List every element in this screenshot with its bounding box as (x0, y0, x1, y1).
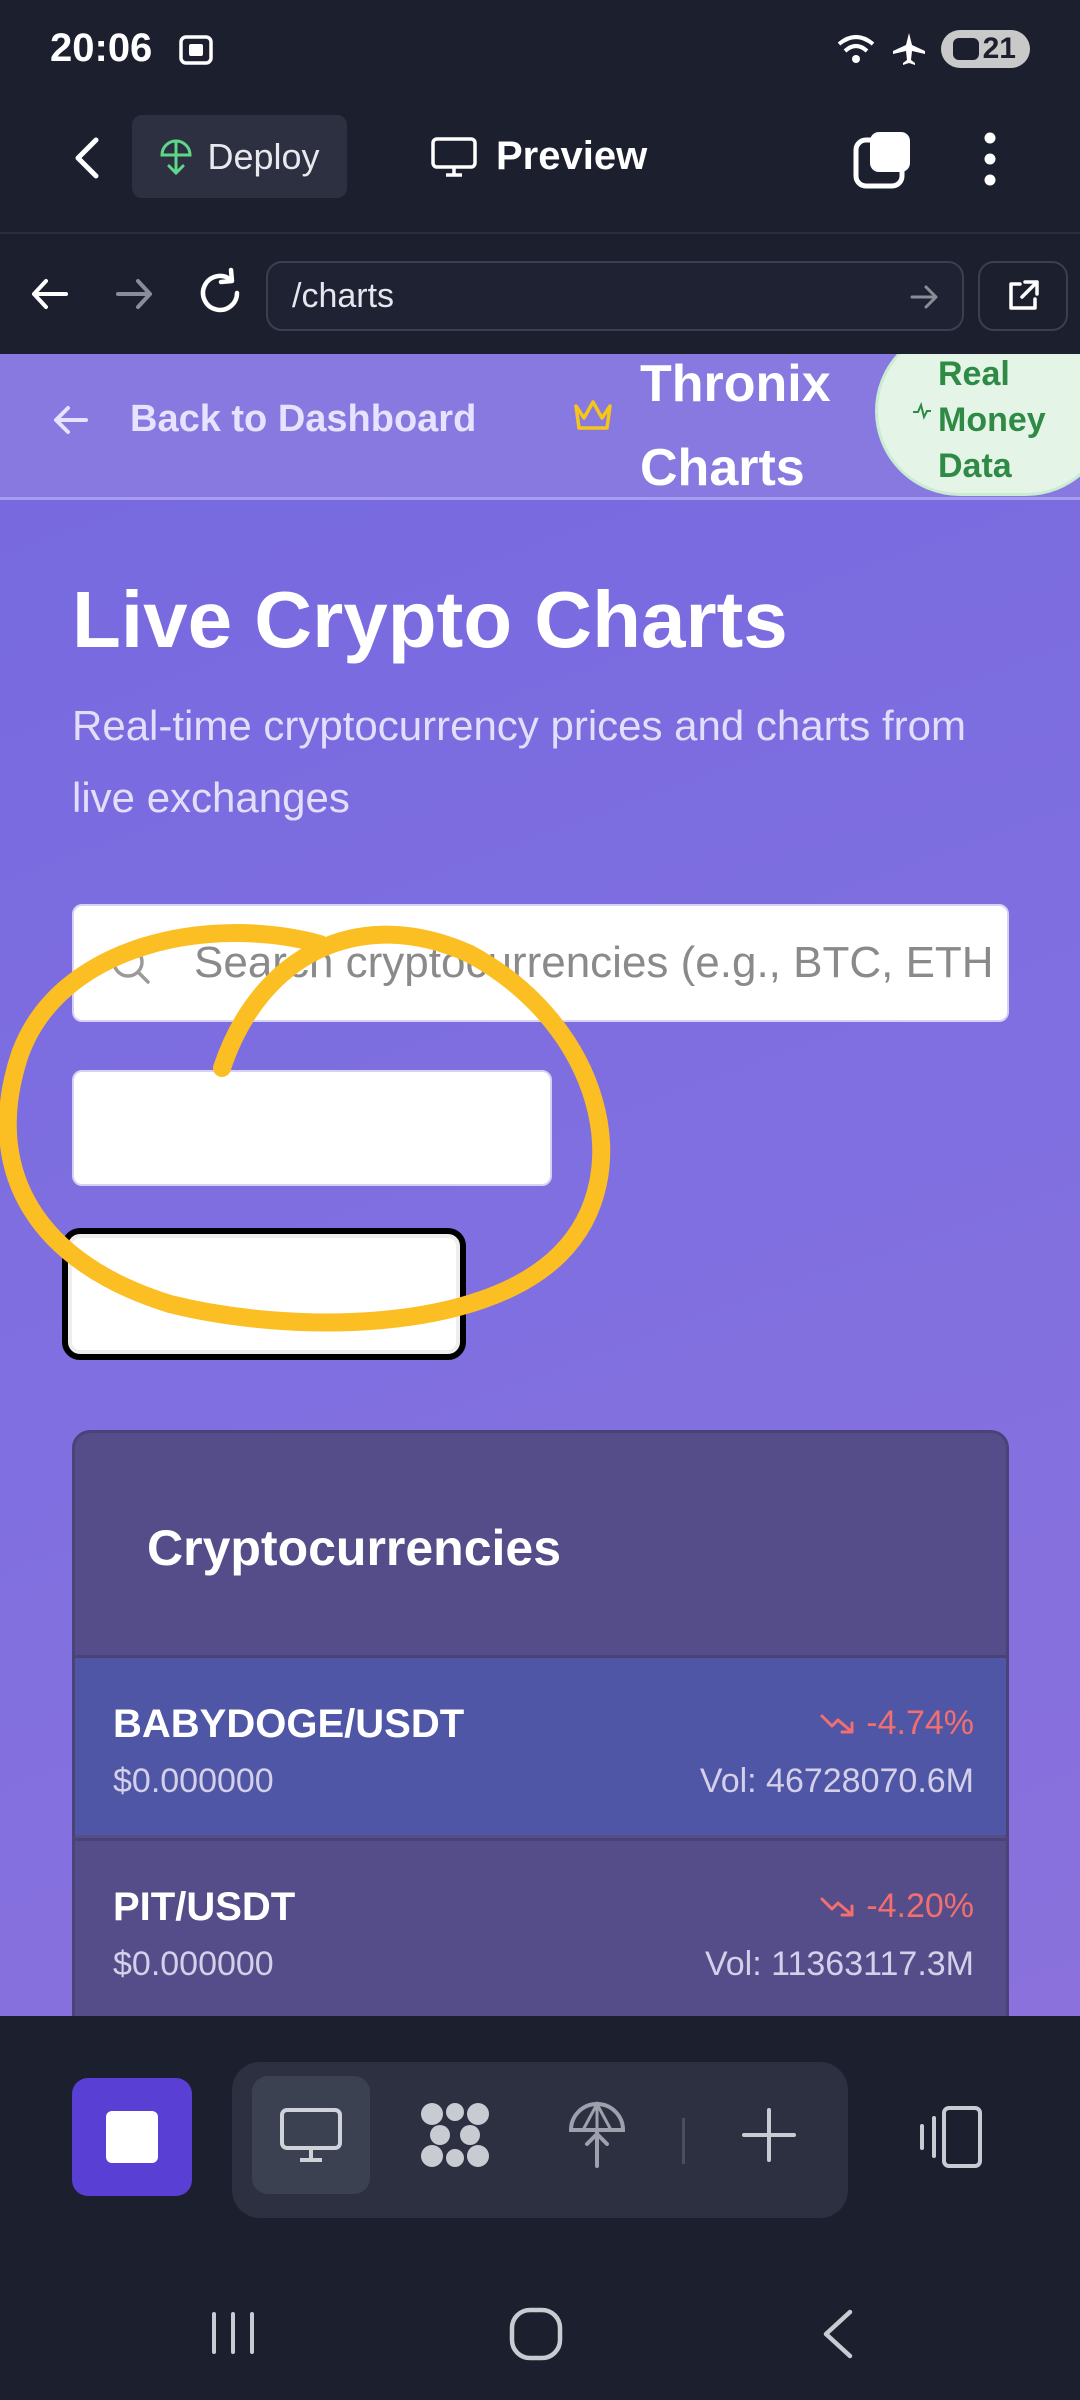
add-button[interactable] (710, 2076, 828, 2194)
search-input[interactable] (194, 906, 994, 1020)
back-to-dashboard-label: Back to Dashboard (130, 398, 477, 440)
battery-icon (952, 38, 979, 60)
crypto-change: -4.20% (820, 1887, 974, 1926)
open-external-button[interactable] (978, 261, 1068, 331)
crypto-change: -4.74% (820, 1704, 974, 1743)
real-money-badge: Real Money Data (875, 354, 1080, 496)
crypto-volume: Vol: 46728070.6M (699, 1762, 974, 1800)
screenshot-icon (179, 35, 213, 65)
crypto-row[interactable]: BABYDOGE/USDT $0.000000 -4.74% Vol: 4672… (75, 1655, 1006, 1835)
system-back-icon[interactable] (818, 2306, 858, 2362)
url-field[interactable]: /charts (266, 261, 964, 331)
crypto-volume: Vol: 11363117.3M (704, 1945, 974, 1983)
crypto-change-value: -4.74% (866, 1704, 974, 1742)
status-icons: 21 (835, 30, 1030, 68)
stop-button[interactable] (72, 2078, 192, 2196)
recents-icon[interactable] (208, 2310, 258, 2356)
browser-url-bar: /charts (0, 232, 1080, 354)
trending-down-icon (820, 1714, 854, 1733)
crypto-row[interactable]: PIT/USDT $0.000000 -4.20% Vol: 11363117.… (75, 1838, 1006, 2016)
crown-icon (574, 400, 612, 430)
page-subtitle: Real-time cryptocurrency prices and char… (72, 702, 966, 821)
status-bar: 20:06 21 (0, 0, 1080, 100)
preview-label: Preview (496, 134, 648, 178)
crypto-price: $0.000000 (113, 1945, 274, 1983)
more-vert-icon[interactable] (975, 128, 1005, 190)
back-arrow-icon[interactable] (60, 130, 116, 186)
sort-select[interactable] (62, 1228, 466, 1360)
preview-tool-button[interactable] (252, 2076, 370, 2194)
go-arrow-icon[interactable] (908, 281, 940, 313)
tabs-icon[interactable] (852, 128, 914, 190)
pulse-icon (913, 401, 931, 420)
url-text: /charts (292, 277, 395, 315)
arrow-left-icon (54, 405, 88, 434)
cryptocurrencies-card: Cryptocurrencies BABYDOGE/USDT $0.000000… (72, 1430, 1009, 2016)
reload-icon[interactable] (193, 266, 247, 320)
home-icon[interactable] (508, 2306, 564, 2362)
crypto-pair: PIT/USDT (113, 1885, 296, 1929)
plus-icon (742, 2108, 796, 2162)
crypto-change-value: -4.20% (866, 1887, 974, 1925)
back-to-dashboard-link[interactable]: Back to Dashboard (50, 398, 476, 441)
badge-label: Real Money Data (938, 355, 1046, 485)
airplane-icon (892, 33, 925, 65)
stop-icon (106, 2111, 158, 2163)
external-link-icon (1009, 280, 1039, 310)
apps-tool-button[interactable] (396, 2076, 514, 2194)
search-box[interactable] (72, 904, 1009, 1022)
arrow-right-icon[interactable] (110, 270, 158, 318)
toolbar-divider (682, 2118, 685, 2164)
deploy-tool-button[interactable] (538, 2076, 656, 2194)
bottom-toolbar (0, 2016, 1080, 2246)
webview: Back to Dashboard Thronix Charts Real Mo… (0, 354, 1080, 2016)
card-title: Cryptocurrencies (147, 1520, 562, 1576)
battery-indicator: 21 (940, 30, 1030, 68)
wifi-icon (837, 35, 874, 63)
deploy-icon (568, 2100, 626, 2168)
apps-icon (421, 2103, 489, 2167)
deploy-button[interactable]: Deploy (132, 115, 347, 198)
crypto-price: $0.000000 (113, 1762, 274, 1800)
trending-down-icon (820, 1897, 854, 1916)
battery-level: 21 (982, 32, 1016, 65)
monitor-icon (431, 136, 477, 177)
tool-group (232, 2062, 848, 2218)
site-navbar: Back to Dashboard Thronix Charts Real Mo… (0, 354, 1080, 500)
brand-name: Thronix Charts (640, 355, 831, 497)
page-title: Live Crypto Charts (72, 575, 788, 664)
device-toggle-icon[interactable] (910, 2098, 990, 2178)
filter-select[interactable] (72, 1070, 552, 1186)
crypto-pair: BABYDOGE/USDT (113, 1702, 465, 1746)
status-time: 20:06 (50, 26, 153, 70)
arrow-left-icon[interactable] (26, 270, 74, 318)
system-nav-bar (0, 2236, 1080, 2400)
preview-button[interactable]: Preview (430, 115, 647, 198)
search-icon (112, 946, 150, 984)
deploy-label: Deploy (207, 135, 320, 177)
app-header: Deploy Preview (0, 100, 1080, 232)
deploy-icon (160, 139, 192, 175)
monitor-icon (280, 2108, 342, 2162)
